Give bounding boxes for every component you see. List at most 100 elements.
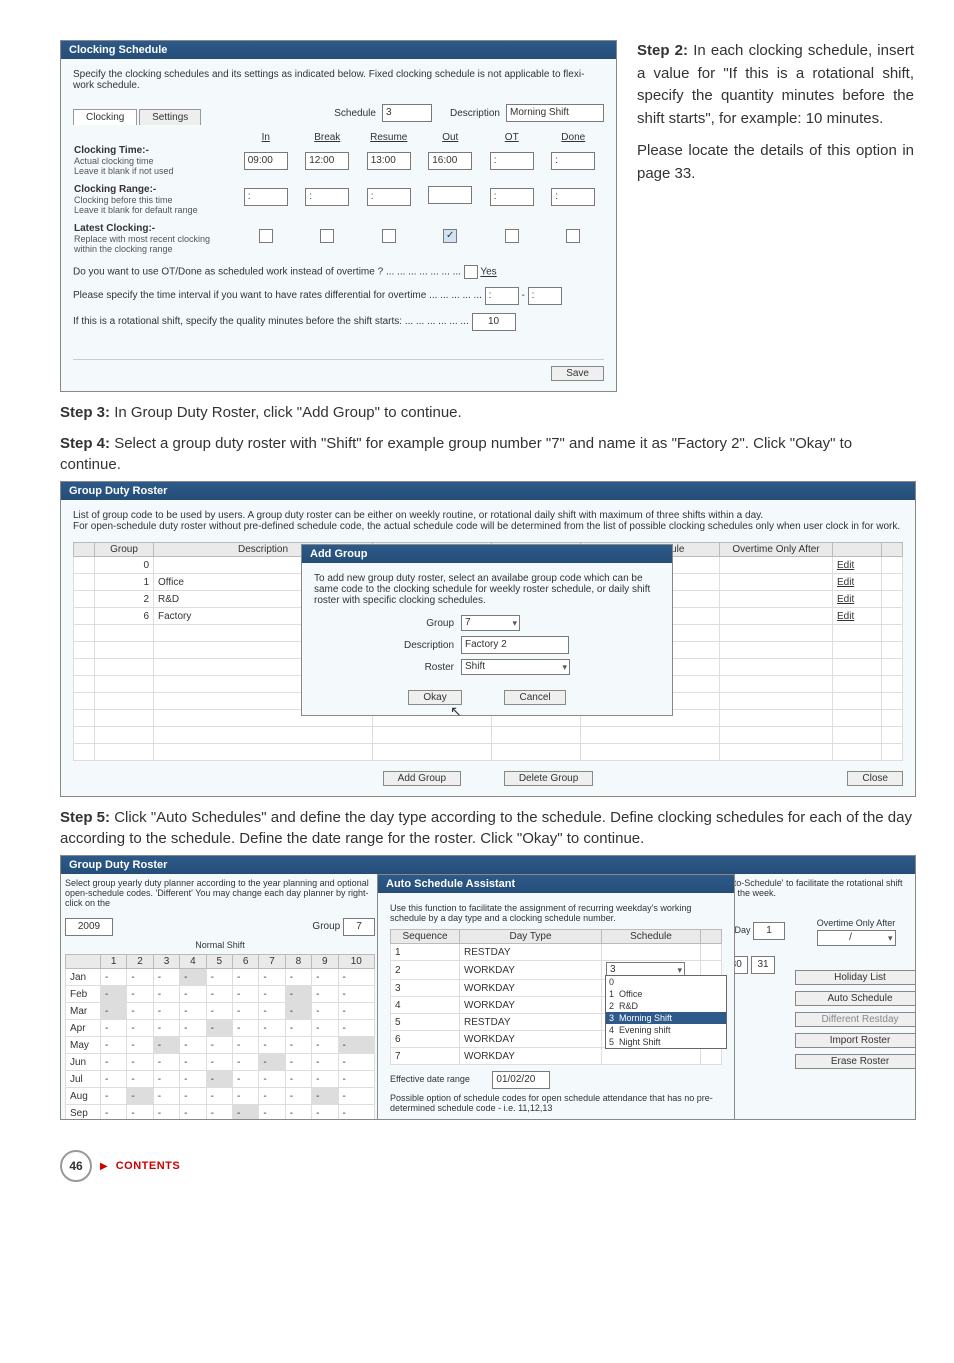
tab-clocking[interactable]: Clocking <box>73 109 137 125</box>
cr-break[interactable]: : <box>305 188 349 206</box>
tab-settings[interactable]: Settings <box>139 109 201 125</box>
edit-link[interactable]: Edit <box>837 611 854 622</box>
gdr1-titlebar: Group Duty Roster <box>61 482 915 500</box>
year-spinner[interactable]: 2009 <box>65 918 113 936</box>
schedule-dropdown-list[interactable]: 0 1 Office 2 R&D 3 Morning Shift 4 Eveni… <box>605 975 727 1049</box>
delete-group-button[interactable]: Delete Group <box>504 771 593 786</box>
schedule-input[interactable]: 3 <box>382 104 432 122</box>
effective-date-label: Effective date range <box>390 1074 470 1084</box>
gdr1-intro1: List of group code to be used by users. … <box>73 510 903 521</box>
step2-title: Step 2: <box>637 42 688 59</box>
gdr1-title: Group Duty Roster <box>69 485 167 497</box>
clocking-schedule-window: Clocking Schedule Specify the clocking s… <box>60 40 617 392</box>
q2-from[interactable]: : <box>485 287 519 305</box>
gdr2-titlebar: Group Duty Roster <box>61 856 915 874</box>
auto-schedule-body: Use this function to facilitate the assi… <box>390 903 722 923</box>
col-ot: OT <box>505 132 519 143</box>
ct-resume[interactable]: 13:00 <box>367 152 411 170</box>
ct-done[interactable]: : <box>551 152 595 170</box>
right-hint-a: 'Auto-Schedule' to facilitate the rotati… <box>721 878 911 888</box>
clocking-time-head: Clocking Time:- <box>74 145 234 156</box>
erase-roster-button[interactable]: Erase Roster <box>795 1054 916 1069</box>
add-group-dialog: Add Group To add new group duty roster, … <box>301 544 673 716</box>
lc-out-check[interactable]: ✓ <box>443 229 457 243</box>
dlg-roster-select[interactable]: Shift <box>461 659 570 675</box>
dlg-group-select[interactable]: 7 <box>461 615 520 631</box>
dlg-desc-label: Description <box>403 632 460 655</box>
day31[interactable]: 31 <box>751 956 775 974</box>
different-restday-button[interactable]: Different Restday <box>795 1012 916 1027</box>
page-number: 46 <box>60 1150 92 1182</box>
month-label: Sep <box>66 1105 101 1121</box>
ct-ot[interactable]: : <box>490 152 534 170</box>
cr-out[interactable] <box>428 186 472 204</box>
win-title: Clocking Schedule <box>69 44 167 56</box>
col-break: Break <box>314 132 340 143</box>
auto-schedule-button[interactable]: Auto Schedule <box>795 991 916 1006</box>
edit-link[interactable]: Edit <box>837 594 854 605</box>
effective-date-input[interactable]: 01/02/20 <box>492 1071 550 1089</box>
q2-to[interactable]: : <box>528 287 562 305</box>
add-group-button[interactable]: Add Group <box>383 771 461 786</box>
edit-link[interactable]: Edit <box>837 560 854 571</box>
lc-ot-check[interactable] <box>505 229 519 243</box>
ot-after-label: Overtime Only After <box>801 918 911 928</box>
ct-out[interactable]: 16:00 <box>428 152 472 170</box>
month-label: Jun <box>66 1054 101 1071</box>
step4-title: Step 4: <box>60 435 110 452</box>
cancel-button[interactable]: Cancel <box>504 690 565 705</box>
cr-resume[interactable]: : <box>367 188 411 206</box>
table-row[interactable] <box>74 744 903 761</box>
month-label: Aug <box>66 1088 101 1105</box>
normal-shift-label: Normal Shift <box>65 940 375 950</box>
import-roster-button[interactable]: Import Roster <box>795 1033 916 1048</box>
ifts-day-input[interactable]: 1 <box>753 922 785 940</box>
latest-clocking-sub: Replace with most recent clocking within… <box>74 234 234 254</box>
save-button[interactable]: Save <box>551 366 604 381</box>
group-duty-roster-window-2: Group Duty Roster Select group yearly du… <box>60 855 916 1120</box>
cr-in[interactable]: : <box>244 188 288 206</box>
cr-done[interactable]: : <box>551 188 595 206</box>
table-row[interactable] <box>74 727 903 744</box>
ct-in[interactable]: 09:00 <box>244 152 288 170</box>
lc-resume-check[interactable] <box>382 229 396 243</box>
latest-clocking-head: Latest Clocking:- <box>74 223 234 234</box>
q3-minutes[interactable]: 10 <box>472 313 516 331</box>
col-out: Out <box>442 132 458 143</box>
edit-link[interactable]: Edit <box>837 577 854 588</box>
ot-after-select[interactable]: / <box>817 930 896 946</box>
month-label: Jan <box>66 969 101 986</box>
description-input[interactable]: Morning Shift <box>506 104 604 122</box>
add-group-dlg-body: To add new group duty roster, select an … <box>314 573 660 606</box>
clocking-grid: In Break Resume Out OT Done Clocking Tim… <box>73 131 604 255</box>
clocking-intro: Specify the clocking schedules and its s… <box>73 69 604 91</box>
q1-yes-check[interactable] <box>464 265 478 279</box>
month-label: Mar <box>66 1003 101 1020</box>
lc-break-check[interactable] <box>320 229 334 243</box>
add-group-dlg-title: Add Group <box>302 545 672 563</box>
gdr2-group-input[interactable]: 7 <box>343 918 375 936</box>
clocking-tabs: Clocking Settings <box>73 109 200 125</box>
holiday-list-button[interactable]: Holiday List <box>795 970 916 985</box>
cr-ot[interactable]: : <box>490 188 534 206</box>
month-label: Feb <box>66 986 101 1003</box>
step5-title: Step 5: <box>60 809 110 826</box>
ct-break[interactable]: 12:00 <box>305 152 349 170</box>
clocking-schedule-titlebar: Clocking Schedule <box>61 41 616 59</box>
q1-yes-label: Yes <box>480 267 496 278</box>
close-button[interactable]: Close <box>847 771 903 786</box>
col-daytype: Day Type <box>460 930 602 944</box>
q3-text: If this is a rotational shift, specify t… <box>73 316 469 327</box>
lc-in-check[interactable] <box>259 229 273 243</box>
gdr2-title: Group Duty Roster <box>69 859 167 871</box>
step3-text: In Group Duty Roster, click "Add Group" … <box>114 404 461 421</box>
col-in: In <box>262 132 270 143</box>
step5-text: Click "Auto Schedules" and define the da… <box>60 809 912 847</box>
dlg-desc-input[interactable]: Factory 2 <box>461 636 569 654</box>
month-label: Apr <box>66 1020 101 1037</box>
year-planner-grid[interactable]: 12345678910 Jan---------- Feb---------- … <box>65 954 375 1120</box>
contents-link[interactable]: CONTENTS <box>116 1160 181 1172</box>
lc-done-check[interactable] <box>566 229 580 243</box>
step2-para2: Please locate the details of this option… <box>637 142 914 182</box>
schedule-label: Schedule <box>334 108 376 119</box>
